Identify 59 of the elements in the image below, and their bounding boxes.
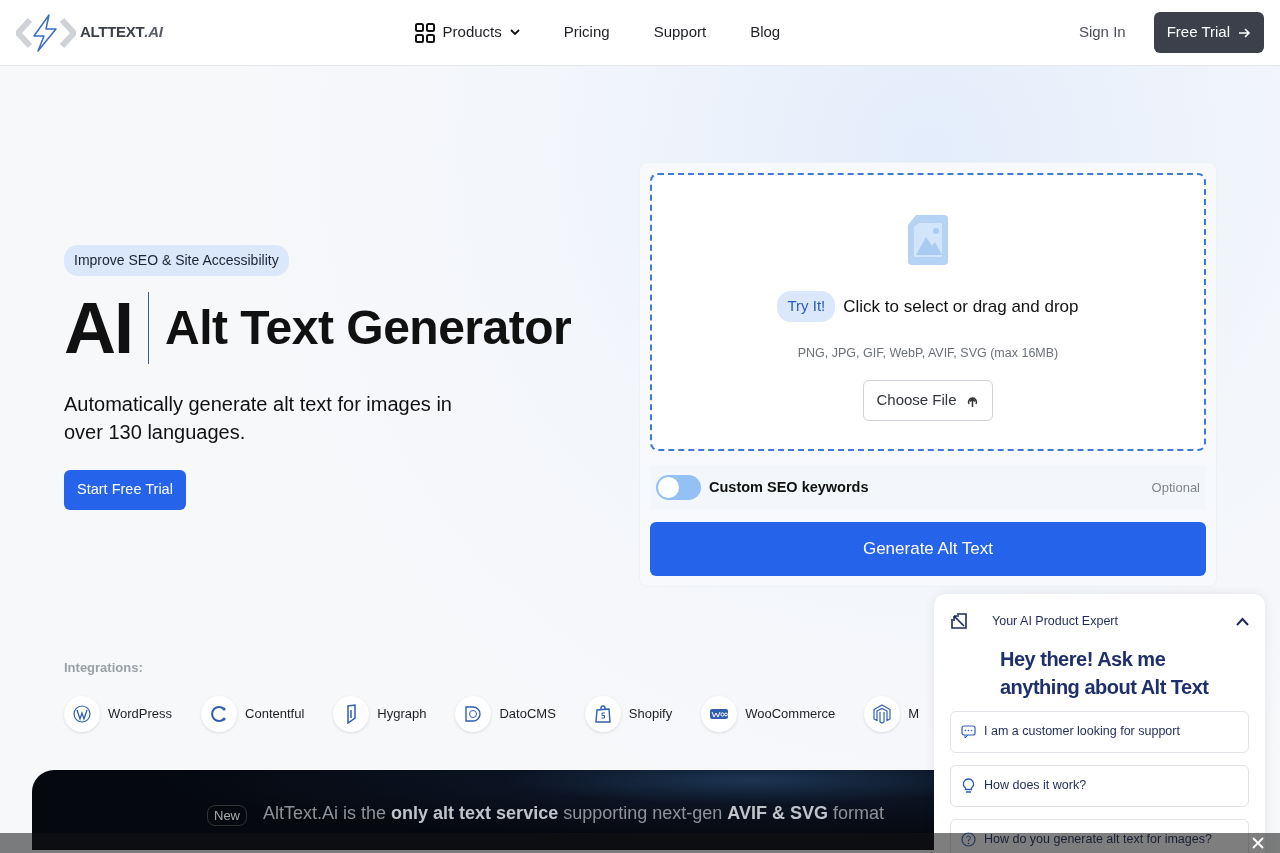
chat-title: Your AI Product Expert — [992, 613, 1118, 630]
d-logo-icon — [463, 703, 484, 724]
nav-link[interactable]: Pricing — [563, 21, 610, 44]
drop-zone[interactable]: Try It! Click to select or drag and drop PNG, JPG, GIF, WebP, AVIF, SVG (max 16MB) Choose File — [650, 173, 1206, 451]
try-it-badge: Try It! — [777, 291, 836, 322]
logo-text[interactable]: ALTTEXT.AI — [80, 21, 163, 44]
start-trial-button[interactable]: Start Free Trial — [64, 470, 186, 510]
toggle-label: Custom SEO keywords — [709, 477, 869, 497]
shopping-bag-icon — [592, 703, 613, 724]
integration-logo[interactable] — [864, 695, 901, 732]
chevron-up-icon — [1236, 616, 1249, 626]
toggle-switch[interactable] — [656, 475, 701, 500]
integration-name[interactable]: WordPress — [108, 703, 173, 724]
chat-bubble-icon — [961, 724, 976, 740]
integration-name[interactable]: WooCommerce — [745, 703, 836, 724]
magento-logo-icon — [872, 703, 893, 724]
new-badge: New — [207, 804, 247, 826]
optional-label: Optional — [1151, 478, 1200, 497]
integration-name[interactable]: M — [908, 703, 920, 724]
integration-logo[interactable] — [584, 695, 621, 732]
chevron-down-icon — [509, 29, 520, 36]
question-icon — [961, 832, 976, 848]
integration-name[interactable]: Contentful — [245, 703, 305, 724]
heading-ai: AI — [64, 292, 132, 364]
integrations-label: Integrations: — [64, 659, 143, 677]
integration-logo[interactable] — [455, 695, 492, 732]
integration-name[interactable]: Shopify — [628, 703, 673, 724]
announcement-text: AltText.Ai is the only alt text service supporting next-gen AVIF & SVG format — [263, 801, 884, 825]
choose-file-button[interactable]: Choose File — [863, 380, 993, 421]
integration-logo[interactable] — [701, 695, 738, 732]
heading: Alt Text Generator — [165, 300, 572, 356]
nav-link[interactable]: Products — [414, 21, 520, 44]
integration-logo[interactable] — [333, 695, 370, 732]
integration-logo[interactable] — [201, 695, 238, 732]
wordpress-logo-icon — [72, 703, 92, 724]
generate-button[interactable]: Generate Alt Text — [650, 522, 1206, 576]
integration-name[interactable]: DatoCMS — [499, 703, 556, 724]
grid-icon — [414, 22, 435, 43]
close-button[interactable] — [1252, 837, 1264, 849]
lightning-logo-icon — [16, 11, 76, 54]
integration-name[interactable]: Hygraph — [377, 703, 427, 724]
tagline-badge: Improve SEO & Site Accessibility — [64, 245, 289, 276]
minimize-icon — [950, 612, 968, 631]
hero-subtitle: Automatically generate alt text for images in over 130 languages. — [64, 392, 453, 445]
nav-link[interactable]: Blog — [750, 21, 781, 44]
chat-option[interactable]: How does it work? — [950, 764, 1249, 807]
image-file-icon — [906, 213, 950, 267]
nav-link[interactable]: Support — [653, 21, 707, 44]
arrow-right-icon — [1238, 27, 1251, 38]
upload-prompt: Click to select or drag and drop — [843, 295, 1079, 318]
collapse-button[interactable] — [1236, 616, 1249, 626]
chat-option[interactable]: How do you generate alt text for images? — [950, 818, 1249, 853]
sign-in-link[interactable]: Sign In — [1078, 21, 1126, 44]
chat-option[interactable]: I am a customer looking for support — [950, 710, 1249, 753]
chat-heading: Hey there! Ask me anything about Alt Text — [1000, 646, 1210, 700]
lightbulb-icon — [961, 778, 976, 794]
integration-logo[interactable] — [64, 695, 100, 732]
format-hint: PNG, JPG, GIF, WebP, AVIF, SVG (max 16MB) — [797, 344, 1059, 362]
free-trial-button[interactable]: Free Trial — [1153, 12, 1264, 53]
